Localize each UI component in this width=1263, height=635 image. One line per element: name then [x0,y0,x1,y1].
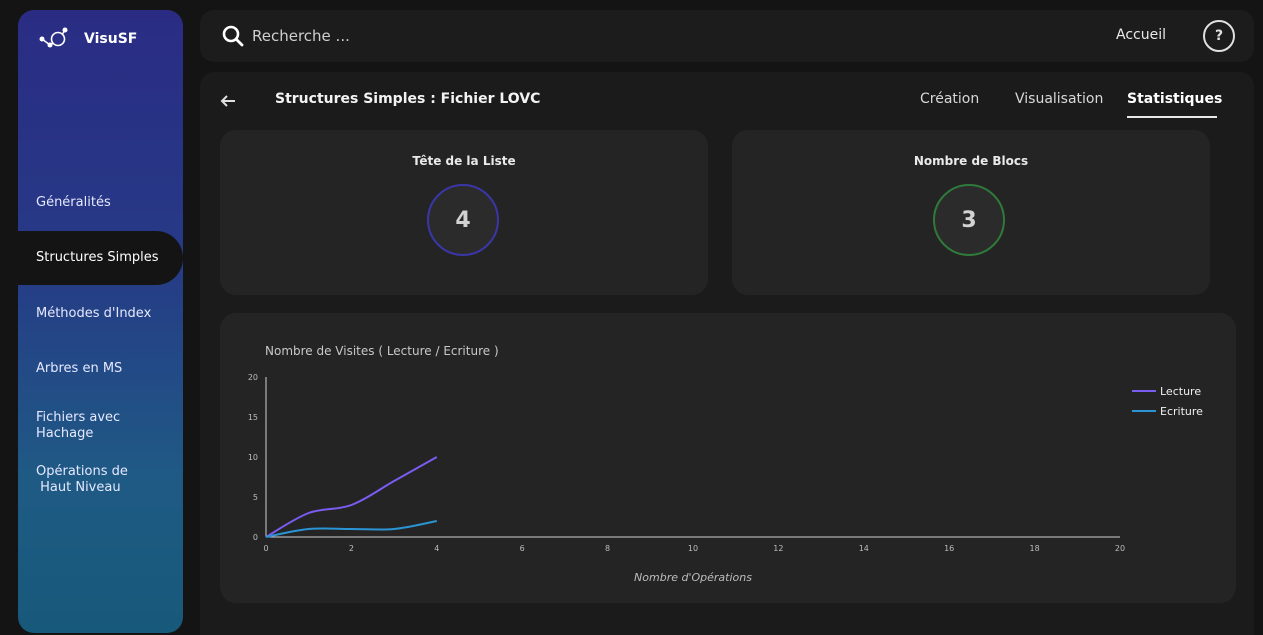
sidebar-item-fichiers-hachage[interactable]: Fichiers avec Hachage [18,410,183,442]
chart-card: Nombre de Visites ( Lecture / Ecriture )… [220,313,1236,603]
sidebar-item-generalites[interactable]: Généralités [18,195,183,211]
sidebar-item-label: Opérations de [36,464,128,479]
x-tick-label: 2 [349,544,354,553]
help-button[interactable]: ? [1203,20,1235,52]
legend-item-lecture[interactable]: Lecture [1132,381,1203,401]
x-tick-label: 14 [859,544,869,553]
search-icon[interactable] [222,25,244,47]
x-tick-label: 0 [263,544,268,553]
series-line-lecture [265,456,438,538]
main-panel: Structures Simples : Fichier LOVC Créati… [200,72,1254,635]
sidebar-item-methodes-index[interactable]: Méthodes d'Index [18,306,183,322]
stat-circle-blocks: 3 [933,184,1005,256]
sidebar-item-label-line2: Hachage [36,426,94,441]
tab-visualisation[interactable]: Visualisation [1015,91,1103,107]
x-tick-label: 18 [1030,544,1040,553]
y-tick-label: 20 [248,373,258,382]
y-tick-label: 5 [253,493,258,502]
y-tick-label: 15 [248,413,258,422]
x-tick-label: 10 [688,544,698,553]
stat-card-head: Tête de la Liste 4 [220,130,708,295]
legend-label: Ecriture [1160,404,1203,418]
stat-value-head: 4 [455,207,471,233]
x-tick-label: 20 [1115,544,1125,553]
line-chart: 0 5 10 15 20 0 2 4 6 8 10 12 14 16 18 20 Nombre d'Opérat… [248,373,1125,584]
sidebar-item-label: Méthodes d'Index [36,306,152,321]
sidebar-item-operations-haut-niveau[interactable]: Opérations de Haut Niveau [18,464,183,496]
x-tick-label: 12 [773,544,783,553]
sidebar-item-label-line2: Haut Niveau [36,480,121,495]
tab-creation[interactable]: Création [920,91,979,107]
sidebar-item-label: Fichiers avec [36,410,121,425]
help-icon: ? [1214,28,1224,44]
x-tick-label: 4 [434,544,439,553]
stat-title-blocks: Nombre de Blocs [913,154,1029,168]
stat-value-blocks: 3 [961,207,977,233]
sidebar-item-label: Généralités [36,195,111,210]
active-tab-indicator [1127,116,1217,118]
top-bar: Accueil ? [200,10,1254,62]
sidebar-item-label: Arbres en MS [36,361,123,376]
sidebar-item-structures-simples[interactable]: Structures Simples [18,231,183,285]
tab-statistiques[interactable]: Statistiques [1127,91,1222,107]
y-tick-label: 10 [248,453,258,462]
sidebar-item-arbres-ms[interactable]: Arbres en MS [18,361,183,377]
x-tick-label: 16 [944,544,954,553]
legend-swatch [1132,410,1156,412]
home-link[interactable]: Accueil [1116,27,1166,43]
brand[interactable]: VisuSF [38,26,137,52]
chart-legend: Lecture Ecriture [1132,381,1203,421]
stat-card-blocks: Nombre de Blocs 3 [732,130,1210,295]
legend-item-ecriture[interactable]: Ecriture [1132,401,1203,421]
x-tick-label: 6 [520,544,525,553]
sidebar-item-label: Structures Simples [36,250,159,265]
page-title: Structures Simples : Fichier LOVC [275,91,541,107]
y-tick-label: 0 [253,533,258,542]
app-name: VisuSF [84,31,138,47]
x-tick-label: 8 [605,544,610,553]
series-line-ecriture [265,520,437,538]
back-arrow-icon[interactable] [220,94,236,108]
search-input[interactable] [252,24,652,48]
sidebar: VisuSF Généralités Structures Simples Mé… [18,10,183,633]
logo-icon [39,27,68,48]
stat-circle-head: 4 [427,184,499,256]
legend-swatch [1132,390,1156,392]
x-axis-label: Nombre d'Opérations [634,571,752,584]
legend-label: Lecture [1160,384,1202,398]
stat-title-head: Tête de la Liste [412,154,516,168]
